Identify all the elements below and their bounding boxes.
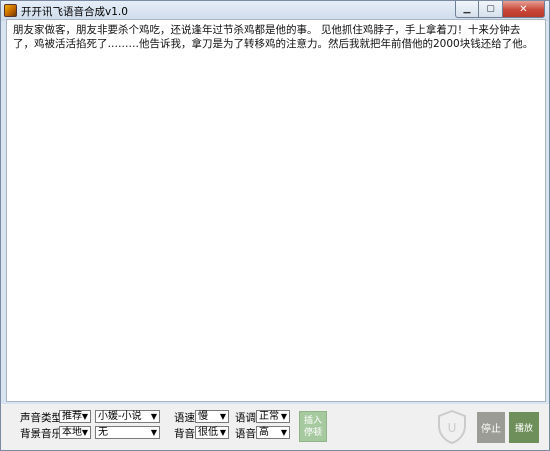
tone-label: 语调 [235,412,256,424]
voice-volume-value: 高 [259,427,269,438]
window-title: 开开讯飞语音合成v1.0 [21,6,128,18]
text-editor[interactable]: 朋友家做客，朋友非要杀个鸡吃，还说逢年过节杀鸡都是他的事。 见他抓住鸡脖子，手上… [6,19,546,402]
voice-type-label: 声音类型 [20,412,62,424]
bg-track-select[interactable]: 无 ▼ [95,426,160,439]
speed-select[interactable]: 慢 ▼ [195,410,229,423]
app-window: 开开讯飞语音合成v1.0 ▁ ▢ ✕ 朋友家做客，朋友非要杀个鸡吃，还说逢年过节… [0,0,550,451]
chevron-down-icon: ▼ [81,428,88,437]
insert-pause-label-line2: 停顿 [303,428,322,438]
bg-track-value: 无 [98,427,108,438]
speed-value: 慢 [198,411,208,422]
maximize-button[interactable]: ▢ [479,1,503,18]
voice-volume-select[interactable]: 高 ▼ [256,426,290,439]
voice-name-value: 小媛-小说 [98,411,142,422]
speed-label: 语速 [174,412,195,424]
chevron-down-icon: ▼ [280,412,287,421]
bg-volume-select[interactable]: 很低 ▼ [195,426,229,439]
chevron-down-icon: ▼ [81,412,88,421]
tone-select[interactable]: 正常 ▼ [256,410,290,423]
voice-category-select[interactable]: 推荐 ▼ [59,410,91,423]
close-icon: ✕ [519,3,528,15]
bg-music-label: 背景音乐 [20,428,62,440]
chevron-down-icon: ▼ [150,412,157,421]
app-icon [4,4,17,17]
play-button[interactable]: 播放 [509,412,539,443]
voice-category-value: 推荐 [62,411,82,422]
shield-watermark-icon: U [438,410,466,444]
minimize-icon: ▁ [463,4,471,14]
chevron-down-icon: ▼ [280,428,287,437]
bg-source-value: 本地 [62,427,82,438]
svg-text:U: U [448,421,457,435]
close-button[interactable]: ✕ [503,1,545,18]
insert-pause-button[interactable]: 插入 停顿 [299,411,327,442]
bg-source-select[interactable]: 本地 ▼ [59,426,91,439]
chevron-down-icon: ▼ [150,428,157,437]
title-bar[interactable]: 开开讯飞语音合成v1.0 ▁ ▢ ✕ [1,1,549,21]
voice-name-select[interactable]: 小媛-小说 ▼ [95,410,160,423]
chevron-down-icon: ▼ [219,412,226,421]
insert-pause-label-line1: 插入 [303,416,322,426]
window-controls: ▁ ▢ ✕ [455,1,545,18]
maximize-icon: ▢ [486,4,495,14]
chevron-down-icon: ▼ [219,428,226,437]
stop-button[interactable]: 停止 [477,412,505,443]
bg-volume-value: 很低 [198,427,218,438]
minimize-button[interactable]: ▁ [455,1,479,18]
control-panel: 声音类型 推荐 ▼ 小媛-小说 ▼ 语速 慢 ▼ 语调 正常 ▼ 背景音乐 本地 ▼ 无 ▼… [1,404,549,450]
tone-value: 正常 [259,411,279,422]
bg-volume-label: 背音 [174,428,195,440]
voice-volume-label: 语音 [235,428,256,440]
